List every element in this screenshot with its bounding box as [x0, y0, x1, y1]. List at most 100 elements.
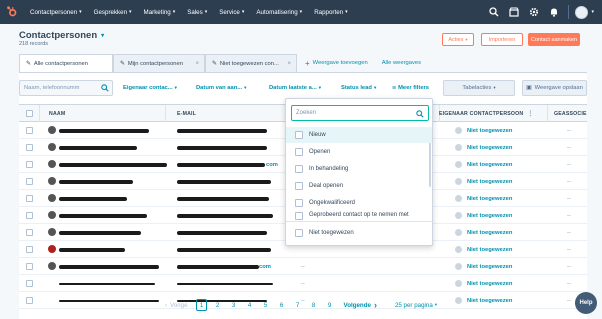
- filter-lead-status[interactable]: Status lead ▾: [341, 80, 376, 96]
- owner-link[interactable]: Niet toegewezen: [467, 241, 512, 258]
- tab-all-contacts[interactable]: ✎ Alle contactpersonen: [19, 54, 113, 72]
- nav-contacts[interactable]: Contactpersonen ▾: [24, 0, 88, 24]
- all-views-label: Alle weergaves: [381, 60, 421, 66]
- page-button[interactable]: 3: [228, 299, 239, 311]
- option-checkbox[interactable]: [295, 199, 303, 207]
- more-vertical-icon[interactable]: ⋮: [527, 110, 533, 117]
- nav-marketing[interactable]: Marketing ▾: [138, 0, 182, 24]
- table-actions-button[interactable]: Tabelacties ▾: [443, 80, 515, 96]
- nav-reports[interactable]: Rapporten ▾: [308, 0, 353, 24]
- redacted-name: [59, 248, 125, 252]
- gear-icon[interactable]: [524, 0, 544, 24]
- option-checkbox[interactable]: [295, 165, 303, 173]
- row-checkbox[interactable]: [26, 195, 33, 202]
- select-all-checkbox[interactable]: [26, 110, 33, 117]
- close-icon[interactable]: ×: [195, 61, 199, 67]
- import-button[interactable]: Importeren: [481, 33, 523, 46]
- page-size-select[interactable]: 25 per pagina ▾: [395, 302, 437, 309]
- page-button[interactable]: 7: [292, 299, 303, 311]
- owner-link[interactable]: Niet toegewezen: [467, 224, 512, 241]
- associated-company: --: [567, 280, 571, 287]
- column-header-associated[interactable]: GEASSOCIE: [554, 105, 587, 122]
- row-checkbox[interactable]: [26, 161, 33, 168]
- nav-divider: [568, 5, 570, 19]
- tab-my-contacts[interactable]: ✎ Mijn contactpersonen ×: [113, 54, 205, 72]
- row-checkbox[interactable]: [26, 229, 33, 236]
- row-checkbox[interactable]: [26, 246, 33, 253]
- option-checkbox[interactable]: [295, 182, 303, 190]
- page-button[interactable]: 2: [212, 299, 223, 311]
- hubspot-logo-icon[interactable]: [0, 0, 24, 24]
- nav-automation[interactable]: Automatisering ▾: [250, 0, 308, 24]
- page-button[interactable]: 6: [276, 299, 287, 311]
- filter-last-activity[interactable]: Datum laatste a... ▾: [269, 80, 321, 96]
- owner-link[interactable]: Niet toegewezen: [467, 173, 512, 190]
- search-icon[interactable]: [97, 80, 113, 96]
- row-checkbox[interactable]: [26, 178, 33, 185]
- next-page-button[interactable]: Volgende ›: [344, 300, 377, 310]
- help-button[interactable]: Help: [575, 292, 597, 314]
- add-view-button[interactable]: + Weergave toevoegen: [297, 54, 376, 72]
- search-icon[interactable]: [484, 0, 504, 24]
- filter-create-date[interactable]: Datum van aan... ▾: [196, 80, 246, 96]
- column-header-owner[interactable]: EIGENAAR CONTACTPERSOON ⋮: [439, 105, 534, 122]
- page-button[interactable]: 9: [324, 299, 335, 311]
- owner-link[interactable]: Niet toegewezen: [467, 258, 512, 275]
- lead-status-option[interactable]: Openen: [286, 144, 432, 160]
- row-checkbox[interactable]: [26, 280, 33, 287]
- lead-status-option[interactable]: Ongekwalificeerd: [286, 195, 432, 211]
- page-button[interactable]: 8: [308, 299, 319, 311]
- email-suffix[interactable]: com: [259, 258, 271, 275]
- actions-button[interactable]: Acties ▾: [442, 33, 474, 46]
- lead-status-option[interactable]: In behandeling: [286, 161, 432, 177]
- close-icon[interactable]: ×: [287, 61, 291, 67]
- option-checkbox[interactable]: [295, 229, 303, 237]
- lead-status-option[interactable]: Deal openen: [286, 178, 432, 194]
- more-filters-label: Meer filters: [398, 85, 430, 91]
- email-suffix[interactable]: com: [266, 156, 278, 173]
- row-checkbox[interactable]: [26, 144, 33, 151]
- owner-link[interactable]: Niet toegewezen: [467, 275, 512, 292]
- nav-sales-label: Sales: [187, 8, 203, 16]
- nav-right-tools: ▾: [484, 0, 602, 24]
- owner-link[interactable]: Niet toegewezen: [467, 139, 512, 156]
- page-button[interactable]: 1: [196, 299, 208, 311]
- option-checkbox[interactable]: [295, 212, 303, 220]
- dropdown-search-input[interactable]: Zoeken: [291, 105, 429, 121]
- option-checkbox[interactable]: [295, 148, 303, 156]
- nav-sales[interactable]: Sales ▾: [181, 0, 213, 24]
- page-button[interactable]: 4: [244, 299, 255, 311]
- owner-link[interactable]: Niet toegewezen: [467, 190, 512, 207]
- redacted-name: [59, 265, 159, 269]
- all-views-link[interactable]: Alle weergaves: [376, 54, 427, 72]
- bell-icon[interactable]: [544, 0, 564, 24]
- page-button[interactable]: 5: [260, 299, 271, 311]
- row-checkbox[interactable]: [26, 263, 33, 270]
- lead-status-option[interactable]: Nieuw: [286, 127, 432, 143]
- chevron-down-icon[interactable]: ▾: [591, 9, 594, 15]
- owner-link[interactable]: Niet toegewezen: [467, 156, 512, 173]
- create-contact-button[interactable]: Contact aanmaken: [528, 33, 580, 46]
- more-filters-button[interactable]: ≡ Meer filters: [392, 80, 429, 96]
- nav-service[interactable]: Service ▾: [213, 0, 250, 24]
- previous-page-button[interactable]: ‹ Vorige: [165, 302, 188, 309]
- page-title[interactable]: Contactpersonen ▾: [19, 30, 104, 41]
- save-view-button[interactable]: ▣ Weergave opslaan: [522, 80, 587, 96]
- row-checkbox[interactable]: [26, 127, 33, 134]
- lead-status-option[interactable]: Geprobeerd contact op te nemen met: [286, 211, 432, 221]
- tab-unassigned-contacts[interactable]: ✎ Niet toegewezen con... ×: [205, 54, 297, 72]
- column-header-email[interactable]: E-MAIL: [177, 105, 196, 122]
- user-avatar[interactable]: [575, 5, 589, 19]
- marketplace-icon[interactable]: [504, 0, 524, 24]
- chevron-down-icon: ▾: [373, 85, 377, 90]
- nav-conversations[interactable]: Gesprekken ▾: [88, 0, 138, 24]
- column-header-name[interactable]: NAAM: [49, 105, 65, 122]
- lead-status-option-unassigned[interactable]: Niet toegewezen: [286, 225, 432, 241]
- option-checkbox[interactable]: [295, 131, 303, 139]
- table-row[interactable]: com -- Niet toegewezen --: [19, 258, 587, 275]
- table-row[interactable]: -- Niet toegewezen --: [19, 275, 587, 292]
- owner-link[interactable]: Niet toegewezen: [467, 122, 512, 139]
- filter-contact-owner[interactable]: Eigenaar contac... ▾: [123, 80, 177, 96]
- row-checkbox[interactable]: [26, 212, 33, 219]
- owner-link[interactable]: Niet toegewezen: [467, 207, 512, 224]
